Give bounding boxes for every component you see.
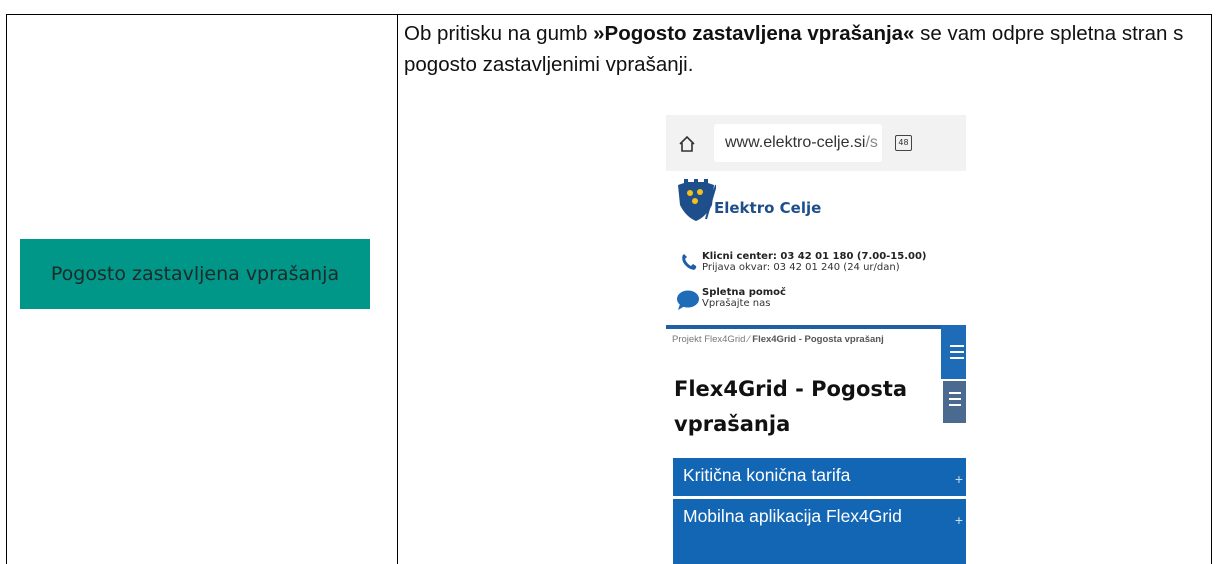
- help-subtitle: Vprašajte nas: [702, 298, 771, 309]
- accordion-label: Kritična konična tarifa: [683, 465, 851, 485]
- accordion-item-mobile-app[interactable]: Mobilna aplikacija Flex4Grid +: [673, 499, 966, 564]
- home-icon[interactable]: [678, 135, 696, 153]
- description-bold: »Pogosto zastavljena vprašanja«: [593, 22, 915, 45]
- call-center-text: Klicni center: 03 42 01 180 (7.00-15.00): [702, 251, 927, 262]
- description-prefix: Ob pritisku na gumb: [404, 22, 594, 45]
- accordion-item-critical-tariff[interactable]: Kritična konična tarifa +: [673, 458, 966, 496]
- breadcrumb: Projekt Flex4Grid ⁄ Flex4Grid - Pogosta …: [672, 334, 884, 345]
- url-main: www.elektro-celje.si: [725, 134, 866, 151]
- shield-logo-icon: [678, 179, 716, 221]
- page-title: Flex4Grid - Pogosta vprašanja: [674, 377, 908, 436]
- fault-report-text: Prijava okvar: 03 42 01 240 (24 ur/dan): [702, 262, 900, 273]
- help-title[interactable]: Spletna pomoč: [702, 287, 786, 298]
- list-toggle-icon[interactable]: [943, 381, 966, 423]
- description-text: Ob pritisku na gumb »Pogosto zastavljena…: [404, 18, 1210, 80]
- expand-plus-icon[interactable]: +: [955, 509, 963, 531]
- tabs-count-icon[interactable]: 48: [895, 135, 912, 151]
- url-field[interactable]: www.elektro-celje.si/s: [714, 124, 882, 162]
- faq-button[interactable]: Pogosto zastavljena vprašanja: [20, 239, 370, 309]
- chat-bubble-icon: [677, 290, 699, 310]
- browser-url-bar: www.elektro-celje.si/s 48: [666, 115, 966, 171]
- phone-icon: [682, 254, 697, 270]
- right-cell: Ob pritisku na gumb »Pogosto zastavljena…: [398, 15, 1211, 564]
- breadcrumb-divider: [666, 325, 941, 329]
- url-dim: /s: [865, 134, 878, 151]
- expand-plus-icon[interactable]: +: [955, 468, 963, 490]
- breadcrumb-parent[interactable]: Projekt Flex4Grid: [672, 334, 745, 345]
- phone-screenshot: www.elektro-celje.si/s 48 Elektro Celje …: [666, 115, 966, 564]
- brand-name: Elektro Celje: [714, 199, 822, 217]
- menu-icon[interactable]: [941, 325, 966, 379]
- left-cell: Pogosto zastavljena vprašanja: [7, 15, 397, 564]
- accordion-label: Mobilna aplikacija Flex4Grid: [683, 506, 902, 526]
- document-table: Pogosto zastavljena vprašanja Ob pritisk…: [6, 14, 1212, 564]
- breadcrumb-current: Flex4Grid - Pogosta vprašanj: [752, 334, 884, 345]
